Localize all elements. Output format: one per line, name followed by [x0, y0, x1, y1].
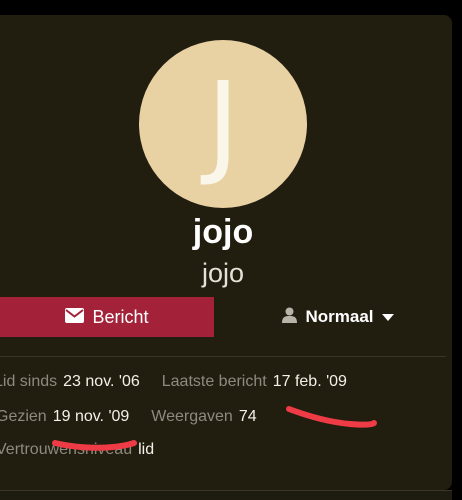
last-post-value[interactable]: 17 feb. '09 [273, 373, 347, 391]
trust-level-label: Vertrouwensniveau [0, 441, 133, 458]
display-name: jojo [201, 258, 245, 288]
last-post-label: Laatste bericht [161, 373, 267, 390]
caret-down-icon [381, 307, 394, 327]
stats-row-2: Gezien 19 nov. '09 Weergaven 74 [0, 408, 257, 432]
views-label: Weergaven [151, 408, 233, 425]
message-button[interactable]: Bericht [0, 297, 214, 337]
username: jojo [192, 213, 254, 251]
trust-level-value: lid [138, 441, 155, 458]
stats-row-1: Lid sinds 23 nov. '06 Laatste bericht 17… [0, 373, 347, 397]
section-divider [0, 356, 446, 357]
avatar[interactable]: J [139, 40, 307, 208]
message-button-label: Bericht [92, 306, 149, 327]
envelope-icon [65, 307, 85, 328]
stats-row-3: Vertrouwensniveau lid [0, 441, 154, 465]
seen-value[interactable]: 19 nov. '09 [53, 408, 130, 426]
bottom-divider [0, 490, 452, 500]
seen-label: Gezien [0, 408, 47, 425]
member-since-value[interactable]: 23 nov. '06 [63, 373, 140, 391]
user-icon [282, 307, 298, 328]
app-root: J jojo jojo Bericht Normaal Lid sinds 23… [0, 0, 462, 500]
member-since-label: Lid sinds [0, 373, 58, 390]
notification-level-label: Normaal [305, 307, 374, 326]
views-value: 74 [238, 408, 257, 425]
notification-level-dropdown[interactable]: Normaal [230, 297, 446, 337]
